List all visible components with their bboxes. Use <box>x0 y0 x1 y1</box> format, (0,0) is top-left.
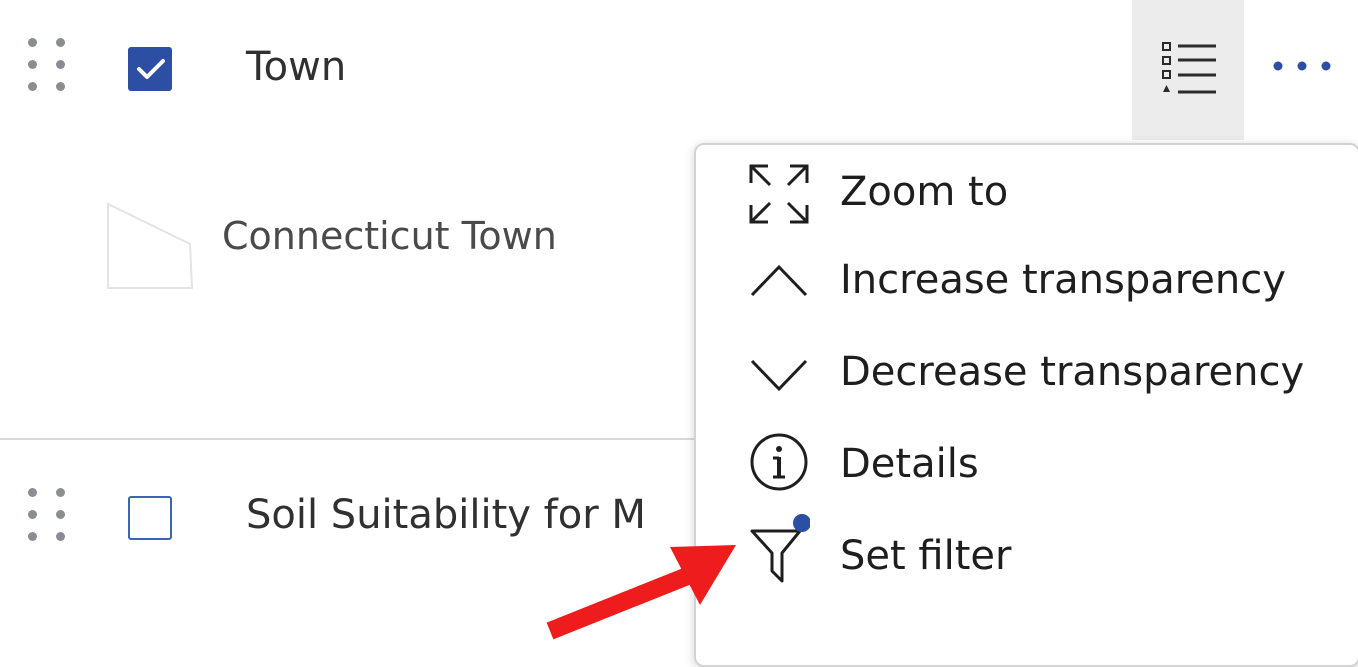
filter-active-dot <box>793 514 810 532</box>
menu-item-zoom-to[interactable]: Zoom to <box>696 149 1358 237</box>
menu-item-label: Decrease transparency <box>840 349 1305 395</box>
layer-context-menu: Zoom to Increase transparency Decrease t… <box>694 143 1358 667</box>
legend-swatch-polygon <box>104 200 198 298</box>
drag-handle-icon[interactable] <box>28 488 68 548</box>
menu-item-decrease-transparency[interactable]: Decrease transparency <box>696 329 1358 417</box>
checkmark-icon <box>137 59 165 79</box>
menu-item-label: Details <box>840 441 979 487</box>
menu-item-details[interactable]: Details <box>696 421 1358 509</box>
legend-list-icon <box>1162 42 1216 94</box>
chevron-down-icon <box>750 359 808 392</box>
drag-handle-icon[interactable] <box>28 38 68 98</box>
more-icon <box>1273 61 1331 71</box>
zoom-to-icon <box>749 164 809 224</box>
legend-toggle-button[interactable] <box>1132 0 1244 140</box>
more-options-button[interactable] <box>1262 44 1346 88</box>
menu-item-increase-transparency[interactable]: Increase transparency <box>696 237 1358 325</box>
layer-title: Soil Suitability for M <box>246 492 646 538</box>
legend-label: Connecticut Town <box>222 214 557 258</box>
info-icon <box>750 433 808 491</box>
chevron-up-icon <box>750 264 808 297</box>
layer-visibility-checkbox-soil[interactable] <box>128 496 172 540</box>
layer-title: Town <box>246 44 347 90</box>
menu-item-set-filter[interactable]: Set filter <box>696 511 1358 599</box>
menu-item-label: Set filter <box>840 533 1012 579</box>
menu-item-label: Zoom to <box>840 169 1009 215</box>
menu-item-label: Increase transparency <box>840 257 1286 303</box>
layer-visibility-checkbox-town[interactable] <box>128 47 172 91</box>
annotation-arrow <box>546 545 736 640</box>
